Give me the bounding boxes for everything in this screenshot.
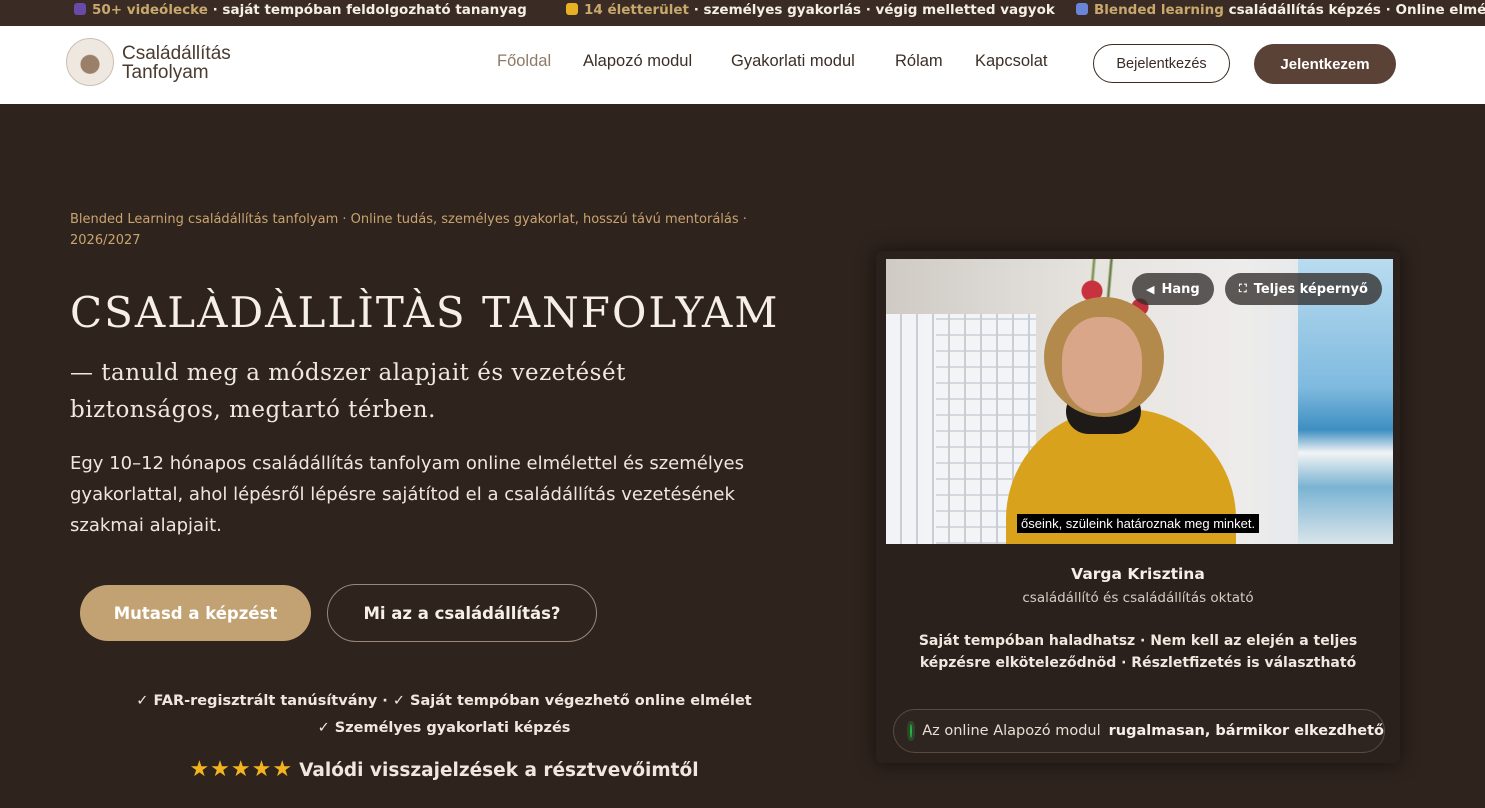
- site-header: Családállítás Tanfolyam Főoldal Alapozó …: [0, 26, 1485, 104]
- ticker-highlight: Blended learning: [1094, 2, 1224, 18]
- nav-home[interactable]: Főoldal: [497, 52, 551, 71]
- join-button[interactable]: Jelentkezem: [1254, 44, 1396, 84]
- checklist-line-2: ✓ Személyes gyakorlati képzés: [317, 720, 571, 736]
- speaker-icon: ◀: [1146, 282, 1155, 296]
- status-text: Az online Alapozó modul: [922, 723, 1101, 739]
- ticker-highlight: 14 életterület: [584, 2, 689, 18]
- hero-eyebrow: Blended Learning családállítás tanfolyam…: [70, 212, 747, 248]
- video-speaker-face: [1062, 317, 1142, 413]
- ticker-item-life-areas: 14 életterület · személyes gyakorlás · v…: [566, 0, 1055, 20]
- page-title: CSALÀDÀLLÌTÀS TANFOLYAM: [70, 288, 780, 337]
- fullscreen-icon: ⛶: [1239, 282, 1247, 295]
- instructor-name: Varga Krisztina: [1071, 565, 1205, 583]
- logo-line-2: Tanfolyam: [122, 62, 209, 83]
- logo-emblem[interactable]: [66, 38, 114, 86]
- ticker-text: · saját tempóban feldolgozható tananyag: [207, 2, 527, 18]
- logo-line-1: Családállítás: [122, 43, 231, 64]
- hero-subtitle: — tanuld meg a módszer alapjait és vezet…: [70, 360, 626, 423]
- fullscreen-button[interactable]: ⛶ Teljes képernyő: [1225, 273, 1382, 305]
- checklist-line-1: ✓ FAR-regisztrált tanúsítvány · ✓ Saját …: [136, 693, 752, 709]
- module-status-badge: Az online Alapozó modul rugalmasan, bárm…: [893, 709, 1385, 753]
- video-caption: őseink, szüleink határoznak meg minket.: [1017, 514, 1260, 533]
- nav-practical-module[interactable]: Gyakorlati modul: [731, 52, 855, 71]
- announcement-ticker: 50+ videólecke · saját tempóban feldolgo…: [0, 0, 1485, 26]
- nav-contact[interactable]: Kapcsolat: [975, 52, 1047, 71]
- login-button[interactable]: Bejelentkezés: [1093, 44, 1230, 83]
- ticker-item-videos: 50+ videólecke · saját tempóban feldolgo…: [74, 0, 527, 20]
- instructor-role: családállító és családállítás oktató: [1022, 590, 1254, 606]
- show-course-button[interactable]: Mutasd a képzést: [80, 585, 311, 641]
- intro-video[interactable]: ◀ Hang ⛶ Teljes képernyő őseink, szüleink …: [886, 259, 1393, 544]
- graduation-cap-icon: [74, 3, 86, 15]
- sound-toggle-button[interactable]: ◀ Hang: [1132, 273, 1214, 305]
- status-strong-text: rugalmasan, bármikor elkezdhető: [1108, 723, 1384, 739]
- testimonials-link[interactable]: ★★★★★ Valódi visszajelzések a résztvevőim…: [70, 757, 818, 782]
- star-rating-icons: ★★★★★: [189, 757, 294, 782]
- testimonials-label: Valódi visszajelzések a résztvevőimtől: [299, 760, 699, 781]
- status-dot-icon: [910, 724, 913, 738]
- ticker-text: családállítás képzés · Online elmélet, s…: [1228, 2, 1485, 18]
- nav-foundation-module[interactable]: Alapozó modul: [583, 52, 692, 71]
- nav-about[interactable]: Rólam: [895, 52, 943, 71]
- sound-label: Hang: [1161, 281, 1200, 297]
- ticker-highlight: 50+ videólecke: [92, 2, 208, 18]
- feature-checklist: ✓ FAR-regisztrált tanúsítvány · ✓ Saját …: [70, 688, 818, 742]
- ticker-item-blended: Blended learning családállítás képzés · …: [1076, 0, 1485, 20]
- calendar-icon: [1076, 3, 1088, 15]
- fullscreen-label: Teljes képernyő: [1253, 281, 1368, 297]
- course-benefits: Saját tempóban haladhatsz · Nem kell az …: [918, 633, 1358, 671]
- hero-lead: Egy 10–12 hónapos családállítás tanfolya…: [70, 453, 744, 536]
- logo-text[interactable]: Családállítás Tanfolyam: [122, 44, 231, 82]
- what-is-constellation-button[interactable]: Mi az a családállítás?: [327, 584, 597, 642]
- heart-hands-icon: [566, 3, 578, 15]
- ticker-text: · személyes gyakorlás · végig melletted …: [689, 2, 1055, 18]
